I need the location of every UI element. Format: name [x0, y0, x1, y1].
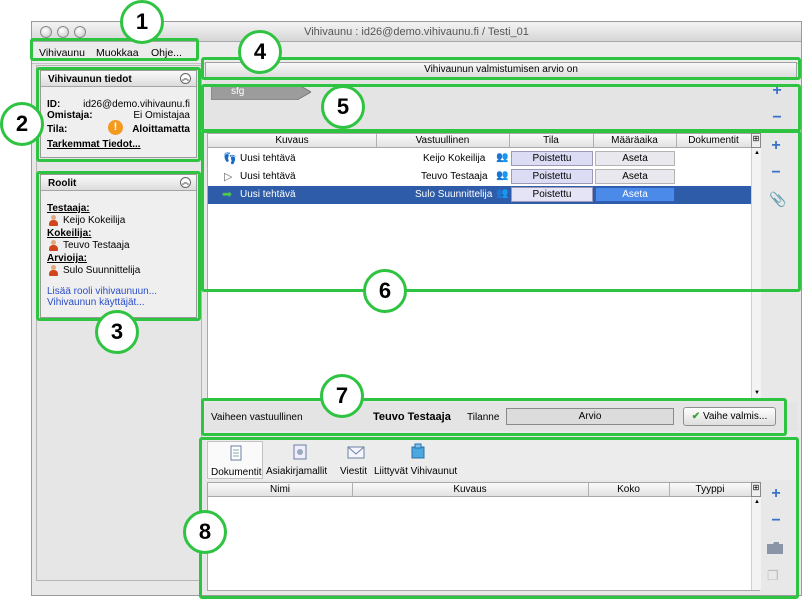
annotation-frame-6 [201, 130, 801, 292]
callout-6: 6 [363, 269, 407, 313]
callout-8: 8 [183, 510, 227, 554]
annotation-frame-7 [201, 398, 787, 436]
scroll-down-icon[interactable]: ▼ [754, 390, 760, 396]
annotation-frame-3 [36, 171, 201, 321]
annotation-frame-8 [199, 437, 799, 599]
callout-3: 3 [95, 310, 139, 354]
annotation-frame-5 [201, 84, 801, 132]
callout-1: 1 [120, 0, 164, 44]
annotation-frame-2 [36, 67, 201, 162]
callout-4: 4 [238, 30, 282, 74]
callout-7: 7 [320, 374, 364, 418]
callout-5: 5 [321, 85, 365, 129]
callout-2: 2 [0, 102, 44, 146]
annotation-frame-4 [201, 57, 801, 80]
annotation-frame-1 [30, 38, 199, 61]
